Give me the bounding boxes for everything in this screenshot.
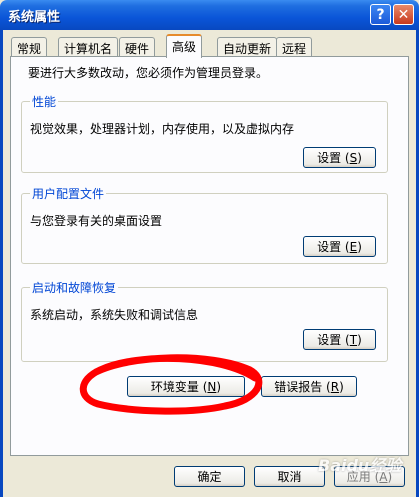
baidu-watermark: Baidu经验 (318, 456, 402, 475)
startup-recovery-desc: 系统启动，系统失败和调试信息 (30, 308, 199, 322)
admin-note: 要进行大多数改动，您必须作为管理员登录。 (28, 66, 269, 80)
user-profiles-title: 用户配置文件 (30, 185, 107, 202)
tab-general[interactable]: 常规 (11, 37, 48, 57)
error-reporting-button[interactable]: 错误报告 (R) (261, 376, 357, 397)
window-title: 系统属性 (8, 10, 61, 25)
close-icon: ✕ (397, 6, 410, 23)
help-icon: ? (376, 6, 385, 23)
startup-recovery-settings-button[interactable]: 设置 (T) (303, 329, 376, 350)
window-frame-left (0, 30, 3, 497)
cancel-button[interactable]: 取消 (254, 466, 325, 487)
close-button[interactable]: ✕ (393, 4, 414, 25)
user-profiles-desc: 与您登录有关的桌面设置 (30, 214, 163, 228)
performance-settings-button[interactable]: 设置 (S) (303, 147, 376, 168)
performance-title: 性能 (30, 93, 59, 110)
tab-remote[interactable]: 远程 (276, 37, 313, 57)
performance-desc: 视觉效果，处理器计划，内存使用，以及虚拟内存 (30, 122, 295, 136)
help-button[interactable]: ? (370, 4, 391, 25)
environment-variables-button[interactable]: 环境变量 (N) (127, 376, 245, 397)
tab-computer-name[interactable]: 计算机名 (58, 37, 119, 57)
ok-button[interactable]: 确定 (174, 466, 245, 487)
tab-advanced[interactable]: 高级 (166, 34, 203, 58)
tab-automatic-updates[interactable]: 自动更新 (217, 37, 278, 57)
user-profiles-settings-button[interactable]: 设置 (E) (303, 236, 376, 257)
startup-recovery-title: 启动和故障恢复 (30, 279, 119, 296)
startup-recovery-group: 启动和故障恢复 系统启动，系统失败和调试信息 (21, 279, 388, 362)
title-bar[interactable]: 系统属性 ? ✕ (0, 0, 419, 30)
tab-hardware[interactable]: 硬件 (119, 37, 156, 57)
